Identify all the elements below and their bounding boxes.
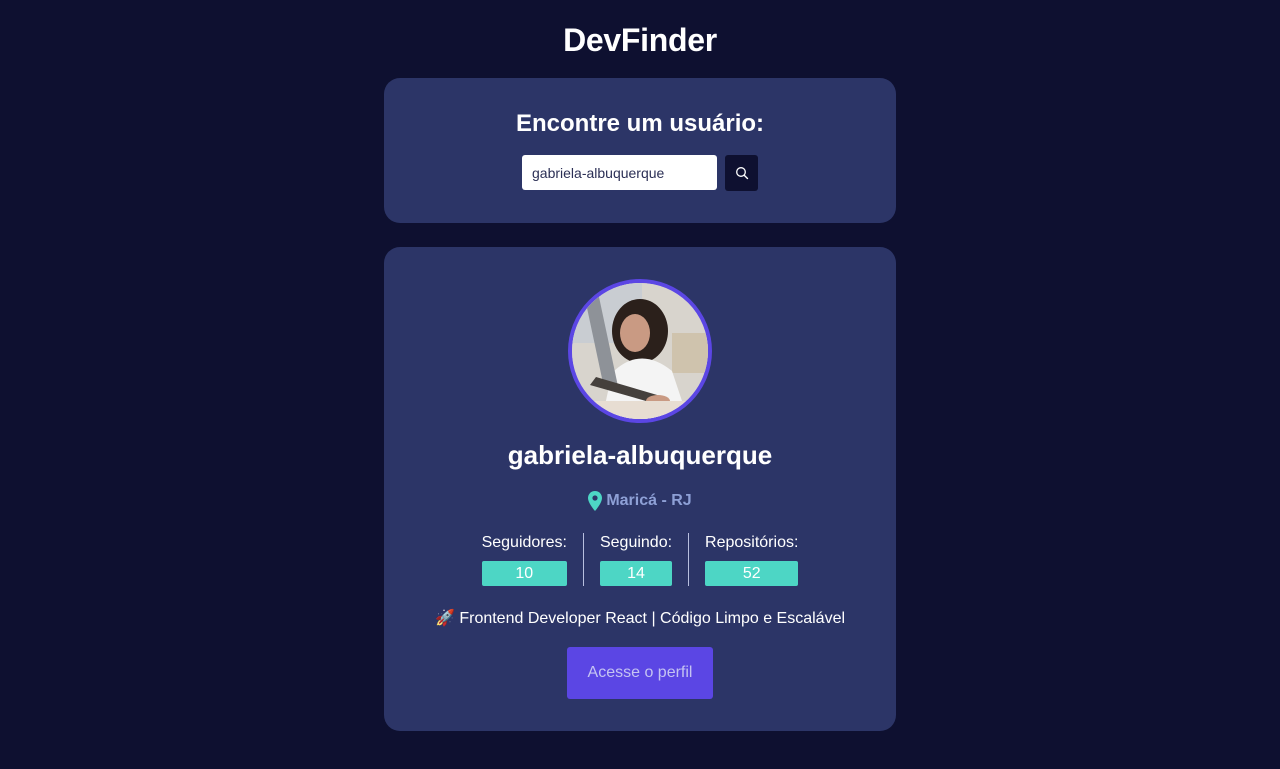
location: Maricá - RJ: [384, 491, 896, 511]
search-icon: [735, 167, 748, 180]
stat-label: Seguindo:: [599, 534, 673, 551]
bio: 🚀 Frontend Developer React | Código Limp…: [434, 610, 846, 627]
stat-label: Seguidores:: [481, 534, 567, 551]
location-text: Maricá - RJ: [606, 492, 692, 509]
stat-repositories: Repositórios: 52: [688, 533, 799, 586]
avatar: [568, 279, 712, 423]
stat-label: Repositórios:: [705, 534, 799, 551]
search-card: Encontre um usuário:: [384, 78, 896, 223]
user-avatar: [572, 283, 708, 419]
stat-value: 52: [705, 561, 799, 586]
stat-value: 14: [599, 561, 673, 586]
stat-followers: Seguidores: 10: [481, 533, 583, 586]
stat-value: 10: [481, 561, 567, 586]
stat-following: Seguindo: 14: [582, 533, 688, 586]
search-input[interactable]: [522, 155, 717, 190]
stats: Seguidores: 10 Seguindo: 14 Repositórios…: [384, 533, 896, 586]
profile-card: gabriela-albuquerque Maricá - RJ Seguido…: [384, 247, 896, 731]
app-title: DevFinder: [563, 22, 717, 58]
access-profile-button[interactable]: Acesse o perfil: [567, 647, 713, 699]
username: gabriela-albuquerque: [507, 440, 773, 470]
search-button[interactable]: [725, 155, 758, 191]
search-heading: Encontre um usuário:: [515, 110, 765, 137]
map-pin-icon: [588, 491, 603, 511]
